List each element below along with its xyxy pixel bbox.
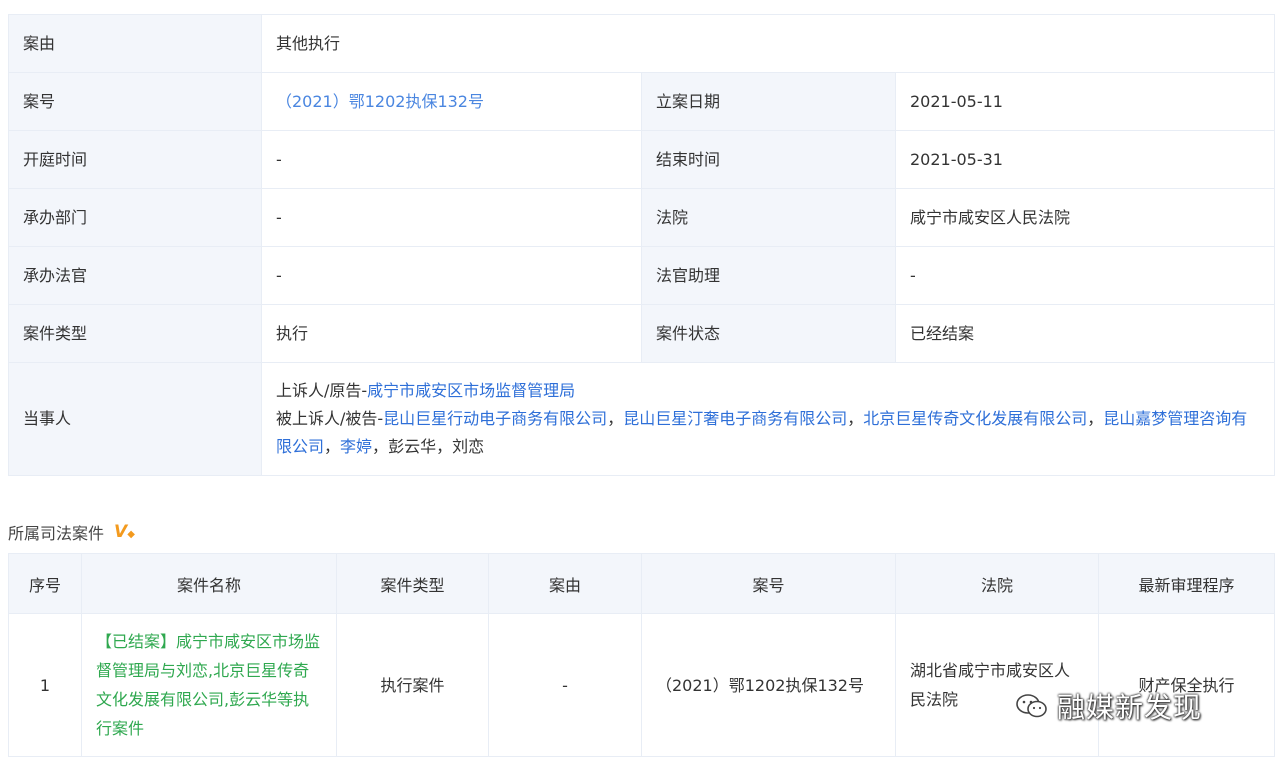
assistant-label: 法官助理	[641, 246, 896, 305]
appellee-link[interactable]: 李婷	[340, 437, 372, 456]
row-judge: 承办法官 - 法官助理 -	[8, 246, 1276, 305]
row-cause: 案由 其他执行	[8, 14, 1276, 73]
case-number-value: （2021）鄂1202执保132号	[261, 72, 642, 131]
case-detail-table: 案由 其他执行 案号 （2021）鄂1202执保132号 立案日期 2021-0…	[8, 14, 1276, 476]
separator: ，	[324, 437, 341, 456]
appellee-link[interactable]: 昆山巨星行动电子商务有限公司	[383, 409, 607, 428]
hearing-time-value: -	[261, 130, 642, 189]
row-department: 承办部门 - 法院 咸宁市咸安区人民法院	[8, 188, 1276, 247]
header-case-number: 案号	[641, 553, 896, 614]
wechat-icon	[1016, 694, 1047, 718]
header-court: 法院	[895, 553, 1099, 614]
row-index: 1	[8, 613, 82, 757]
appellee-line: 被上诉人/被告-昆山巨星行动电子商务有限公司，昆山巨星汀奢电子商务有限公司，北京…	[276, 405, 1260, 461]
vip-flame: ◆	[127, 529, 135, 540]
filing-date-label: 立案日期	[641, 72, 896, 131]
row-case-name: 【已结案】咸宁市咸安区市场监督管理局与刘恋,北京巨星传奇文化发展有限公司,彭云华…	[81, 613, 337, 757]
court-value: 咸宁市咸安区人民法院	[894, 188, 1276, 247]
judge-value: -	[261, 246, 642, 305]
court-label: 法院	[641, 188, 896, 247]
header-procedure: 最新审理程序	[1098, 553, 1275, 614]
case-number-link[interactable]: （2021）鄂1202执保132号	[276, 92, 484, 111]
parties-label: 当事人	[8, 362, 262, 476]
hearing-time-label: 开庭时间	[8, 130, 262, 189]
header-case-type: 案件类型	[336, 553, 489, 614]
row-case-number: （2021）鄂1202执保132号	[641, 613, 896, 757]
cause-value: 其他执行	[260, 14, 1276, 73]
department-value: -	[261, 188, 642, 247]
appellee-link[interactable]: 北京巨星传奇文化发展有限公司	[863, 409, 1087, 428]
table-header-row: 序号 案件名称 案件类型 案由 案号 法院 最新审理程序	[8, 553, 1275, 614]
related-cases-title-text: 所属司法案件	[8, 524, 105, 543]
row-case-number: 案号 （2021）鄂1202执保132号 立案日期 2021-05-11	[8, 72, 1276, 131]
separator: ，	[372, 437, 389, 456]
row-case-type: 案件类型 执行 案件状态 已经结案	[8, 304, 1276, 363]
appellant-prefix: 上诉人/原告-	[276, 381, 368, 400]
header-cause: 案由	[488, 553, 642, 614]
row-hearing: 开庭时间 - 结束时间 2021-05-31	[8, 130, 1276, 189]
appellee-prefix: 被上诉人/被告-	[276, 409, 384, 428]
row-parties: 当事人 上诉人/原告-咸宁市咸安区市场监督管理局 被上诉人/被告-昆山巨星行动电…	[8, 362, 1276, 476]
related-cases-table: 序号 案件名称 案件类型 案由 案号 法院 最新审理程序 1 【已结案】咸宁市咸…	[8, 553, 1275, 757]
status-tag: 【已结案】	[96, 632, 177, 651]
row-case-type: 执行案件	[336, 613, 489, 757]
row-cause: -	[488, 613, 642, 757]
vip-icon: V◆	[114, 522, 135, 542]
appellee-link[interactable]: 昆山巨星汀奢电子商务有限公司	[623, 409, 847, 428]
watermark: 融媒新发现	[1015, 686, 1202, 726]
case-number-label: 案号	[8, 72, 262, 131]
header-index: 序号	[8, 553, 82, 614]
watermark-text: 融媒新发现	[1057, 691, 1203, 724]
appellant-link[interactable]: 咸宁市咸安区市场监督管理局	[367, 381, 575, 400]
table-row: 1 【已结案】咸宁市咸安区市场监督管理局与刘恋,北京巨星传奇文化发展有限公司,彭…	[8, 613, 1275, 757]
assistant-value: -	[894, 246, 1276, 305]
department-label: 承办部门	[8, 188, 262, 247]
vip-badge-text: V	[114, 522, 128, 542]
appellee-plain: 彭云华，刘恋	[388, 437, 485, 456]
header-case-name: 案件名称	[81, 553, 337, 614]
case-type-value: 执行	[261, 304, 642, 363]
separator: ，	[847, 409, 864, 428]
case-type-label: 案件类型	[8, 304, 262, 363]
cause-label: 案由	[8, 14, 262, 73]
row-procedure: 财产保全执行	[1098, 613, 1275, 757]
end-time-value: 2021-05-31	[894, 130, 1276, 189]
case-status-label: 案件状态	[641, 304, 896, 363]
related-cases-title: 所属司法案件 V◆	[8, 519, 135, 545]
filing-date-value: 2021-05-11	[894, 72, 1276, 131]
end-time-label: 结束时间	[641, 130, 896, 189]
row-court: 湖北省咸宁市咸安区人民法院	[895, 613, 1099, 757]
separator: ，	[607, 409, 624, 428]
case-status-value: 已经结案	[894, 304, 1276, 363]
parties-value: 上诉人/原告-咸宁市咸安区市场监督管理局 被上诉人/被告-昆山巨星行动电子商务有…	[260, 362, 1276, 476]
appellant-line: 上诉人/原告-咸宁市咸安区市场监督管理局	[276, 377, 1260, 405]
separator: ，	[1087, 409, 1104, 428]
judge-label: 承办法官	[8, 246, 262, 305]
